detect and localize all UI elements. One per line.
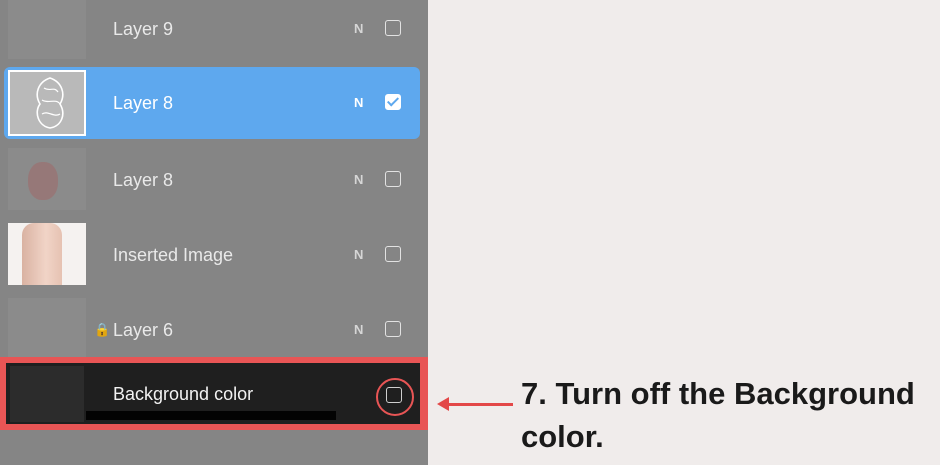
layer-thumbnail <box>8 223 86 285</box>
layer-name: Inserted Image <box>113 245 234 265</box>
layer-name: Layer 8 <box>113 93 174 113</box>
blend-mode[interactable]: N <box>354 0 363 67</box>
visibility-checkbox[interactable] <box>385 321 401 337</box>
layer-thumbnail <box>10 366 84 422</box>
layer-name: Layer 8 <box>113 170 174 190</box>
highlight-circle <box>376 378 414 416</box>
layer-row-background-color[interactable]: Background color <box>6 363 420 424</box>
layer-row-inserted-image[interactable]: Inserted Image N <box>0 217 428 293</box>
instruction-text: 7. Turn off the Background color. <box>521 376 915 454</box>
layers-panel: Layer 9 N Layer 8 N Layer 8 N Inserted I… <box>0 0 428 465</box>
arrow-line <box>445 403 513 406</box>
layer-row-layer-9[interactable]: Layer 9 N <box>0 0 428 67</box>
layer-thumbnail <box>8 148 86 210</box>
layer-thumbnail <box>8 0 86 59</box>
redaction-bar <box>86 411 336 420</box>
background-color-row-highlight: Background color <box>0 357 428 430</box>
visibility-checkbox[interactable] <box>385 246 401 262</box>
layer-row-layer-8-selected[interactable]: Layer 8 N <box>4 67 420 139</box>
checkmark-icon <box>386 94 400 107</box>
visibility-checkbox-checked[interactable] <box>385 94 401 110</box>
blend-mode[interactable]: N <box>354 217 363 293</box>
layer-row-layer-8[interactable]: Layer 8 N <box>0 142 428 218</box>
layer-name: Layer 9 <box>113 19 174 39</box>
layer-thumbnail <box>8 298 86 360</box>
visibility-checkbox[interactable] <box>385 20 401 36</box>
sketch-art-icon <box>36 77 64 129</box>
layer-thumbnail <box>8 70 86 136</box>
blend-mode[interactable]: N <box>354 65 363 141</box>
blend-mode[interactable]: N <box>354 142 363 218</box>
visibility-checkbox[interactable] <box>385 171 401 187</box>
